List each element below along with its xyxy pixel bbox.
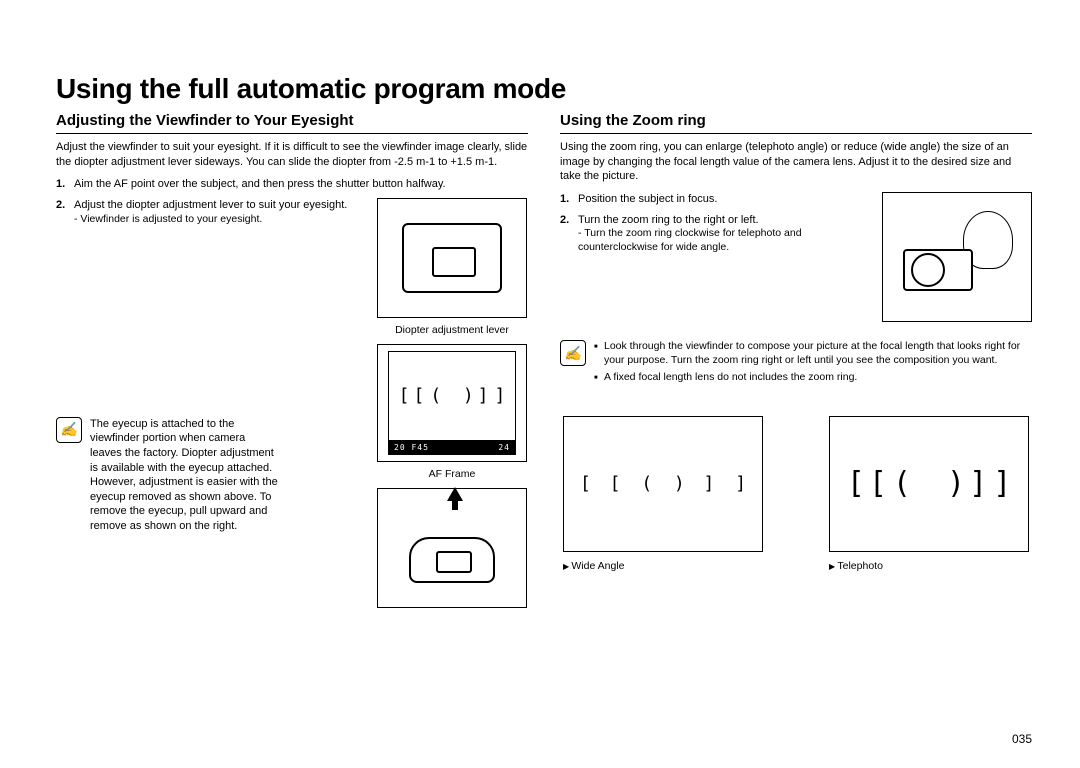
two-column-layout: Adjusting the Viewﬁnder to Your Eyesight… (56, 111, 1032, 608)
note-zoom-1: Look through the viewﬁnder to compose yo… (594, 340, 1032, 368)
note-icon: ✍ (560, 340, 586, 366)
figure-af-label: AF Frame (429, 468, 476, 482)
figure-diopter-lever (377, 198, 527, 318)
telephoto-label: Telephoto (829, 560, 1029, 574)
figure-diopter-label: Diopter adjustment lever (395, 324, 509, 338)
right-step-2: Turn the zoom ring to the right or left.… (560, 213, 870, 256)
left-step-1-text: Aim the AF point over the subject, and t… (74, 178, 446, 190)
af-bar-left: 20 F45 (394, 443, 429, 454)
right-steps: Position the subject in focus. Turn the … (560, 192, 870, 255)
viewfinder-wide: [ [ ( ) ] ] Wide Angle (563, 416, 763, 574)
left-step-2-text: Adjust the diopter adjustment lever to s… (74, 199, 347, 211)
wide-angle-label: Wide Angle (563, 560, 763, 574)
left-step-2-sub: - Viewﬁnder is adjusted to your eyesight… (74, 213, 364, 227)
eyecup-icon (409, 537, 495, 583)
arrow-up-icon (447, 487, 463, 501)
figure-zoom-ring (882, 192, 1032, 322)
right-step-2-sub: - Turn the zoom ring clockwise for telep… (578, 227, 870, 255)
camera-lens-icon (911, 253, 945, 287)
note-eyecup: ✍ The eyecup is attached to the viewﬁnde… (56, 417, 364, 534)
note-icon: ✍ (56, 417, 82, 443)
page-title: Using the full automatic program mode (56, 70, 1032, 107)
viewfinder-tele: [[( )]] Telephoto (829, 416, 1029, 574)
right-column: Using the Zoom ring Using the zoom ring,… (560, 111, 1032, 608)
right-intro: Using the zoom ring, you can enlarge (te… (560, 140, 1032, 184)
af-bar-right: 24 (498, 443, 510, 454)
page-number: 035 (1012, 732, 1032, 748)
left-column: Adjusting the Viewﬁnder to Your Eyesight… (56, 111, 528, 608)
left-step-1: Aim the AF point over the subject, and t… (56, 177, 528, 192)
note-zoom: ✍ Look through the viewﬁnder to compose … (560, 340, 1032, 388)
viewfinder-compare-row: [ [ ( ) ] ] Wide Angle [[( )]] Telephoto (560, 416, 1032, 574)
section-heading-zoom: Using the Zoom ring (560, 111, 1032, 134)
camera-outline-icon (402, 223, 502, 293)
figure-eyecup-remove (377, 488, 527, 608)
figure-af-frame: [[( )]] 20 F45 24 (377, 344, 527, 462)
right-step-1: Position the subject in focus. (560, 192, 870, 207)
section-heading-viewfinder: Adjusting the Viewﬁnder to Your Eyesight (56, 111, 528, 134)
note-zoom-2: A ﬁxed focal length lens do not includes… (594, 371, 1032, 385)
left-intro: Adjust the viewﬁnder to suit your eyesig… (56, 140, 528, 169)
left-steps: Aim the AF point over the subject, and t… (56, 177, 528, 192)
note-eyecup-text: The eyecup is attached to the viewﬁnder … (90, 417, 280, 534)
left-step-2: Adjust the diopter adjustment lever to s… (56, 198, 364, 227)
